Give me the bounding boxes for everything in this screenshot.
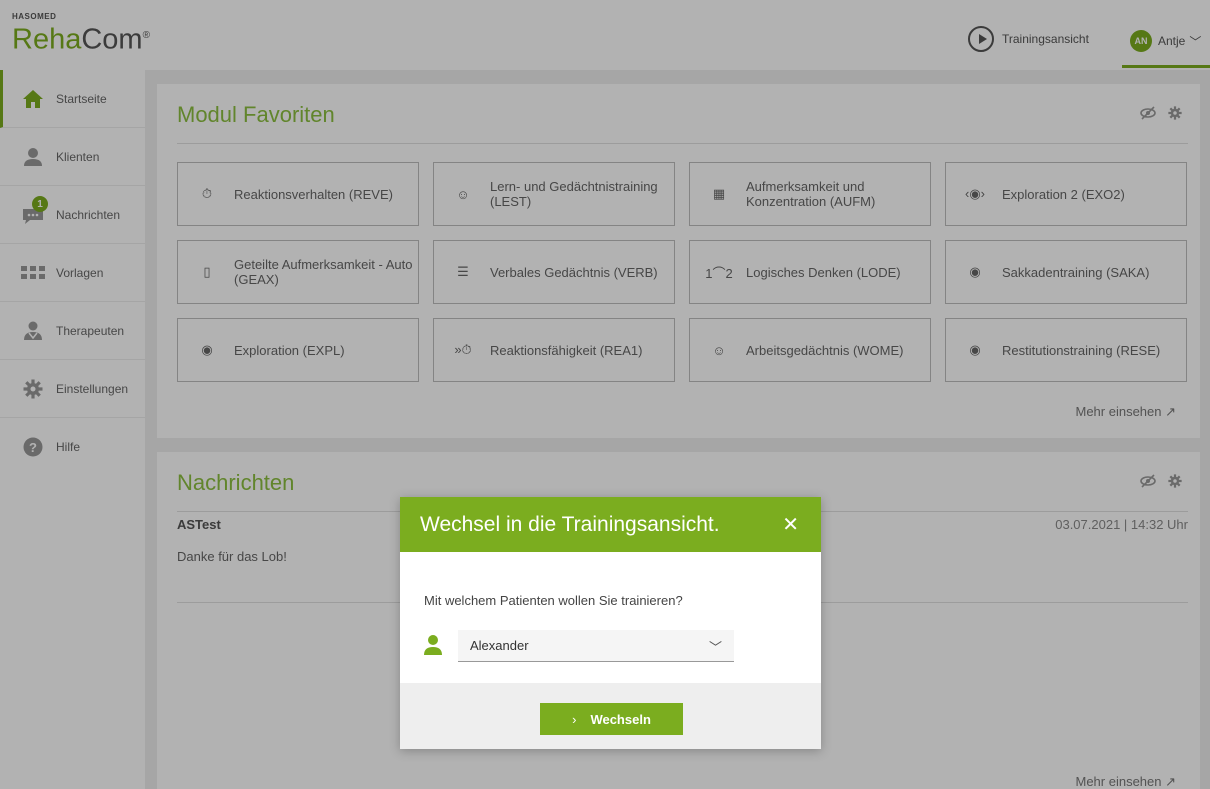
switch-button[interactable]: › Wechseln: [540, 703, 683, 735]
chevron-right-icon: ›: [572, 711, 577, 727]
close-icon[interactable]: ✕: [782, 512, 799, 537]
switch-button-label: Wechseln: [590, 711, 651, 727]
training-view-dialog: Wechsel in die Trainingsansicht. ✕ Mit w…: [400, 497, 821, 749]
dialog-header: Wechsel in die Trainingsansicht. ✕: [400, 497, 821, 552]
dialog-title: Wechsel in die Trainingsansicht.: [420, 512, 720, 536]
dialog-footer: › Wechseln: [400, 683, 821, 749]
patient-select-value: Alexander: [470, 638, 529, 653]
patient-icon: [424, 634, 442, 656]
dialog-body: Mit welchem Patienten wollen Sie trainie…: [400, 552, 821, 683]
patient-select[interactable]: Alexander ﹀: [458, 630, 734, 662]
chevron-down-icon: ﹀: [708, 640, 722, 655]
patient-question: Mit welchem Patienten wollen Sie trainie…: [424, 593, 683, 608]
